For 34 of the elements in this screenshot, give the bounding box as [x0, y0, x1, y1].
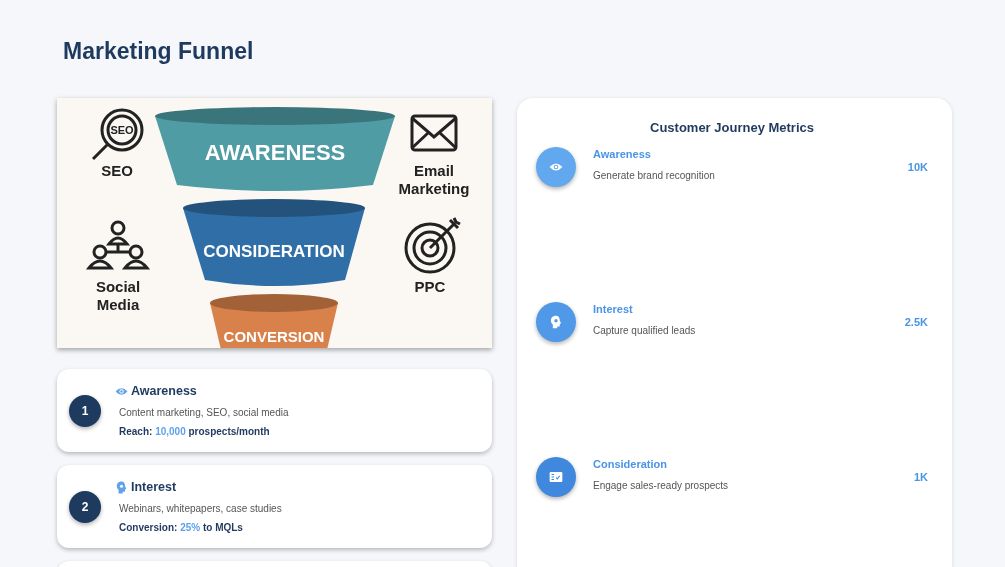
- envelope-icon: [410, 114, 458, 152]
- stage-title: Interest: [131, 480, 177, 494]
- step-number: 2: [69, 490, 101, 523]
- stage-title: Awareness: [131, 384, 197, 398]
- metric-description: Generate brand recognition: [593, 170, 716, 181]
- stage-stat: Conversion: 25% to MQLs: [119, 522, 244, 533]
- people-network-icon: [87, 220, 149, 270]
- stage-description: Content marketing, SEO, social media: [119, 407, 289, 418]
- page-title: Marketing Funnel: [63, 37, 255, 66]
- metric-value: 2.5K: [904, 315, 928, 328]
- checklist-icon: [549, 470, 563, 484]
- lens-label: SEO: [110, 124, 134, 136]
- stage-description: Webinars, whitepapers, case studies: [119, 503, 282, 514]
- stage-stat: Reach: 10,000 prospects/month: [119, 426, 271, 437]
- metric-title: Consideration: [593, 458, 668, 470]
- channel-label: PPC: [414, 278, 446, 295]
- step-number: 1: [69, 394, 101, 427]
- head-icon: [549, 315, 563, 329]
- metric-value: 10K: [907, 160, 928, 173]
- metric-description: Engage sales-ready prospects: [593, 480, 730, 491]
- target-arrow-icon: [404, 216, 462, 274]
- magnifier-icon: [91, 108, 144, 161]
- channel-label: Email Marketing: [398, 162, 470, 197]
- funnel-label: AWARENESS: [204, 140, 346, 165]
- funnel-label: CONVERSION: [223, 328, 325, 345]
- metric-title: Interest: [593, 303, 634, 315]
- channel-label: Social Media: [95, 278, 141, 313]
- metric-title: Awareness: [593, 148, 652, 160]
- metrics-title: Customer Journey Metrics: [649, 120, 815, 135]
- metric-description: Capture qualified leads: [593, 325, 697, 336]
- metric-value: 1K: [913, 470, 928, 483]
- head-icon: [115, 480, 128, 494]
- channel-label: SEO: [101, 162, 133, 179]
- funnel-label: CONSIDERATION: [203, 242, 345, 261]
